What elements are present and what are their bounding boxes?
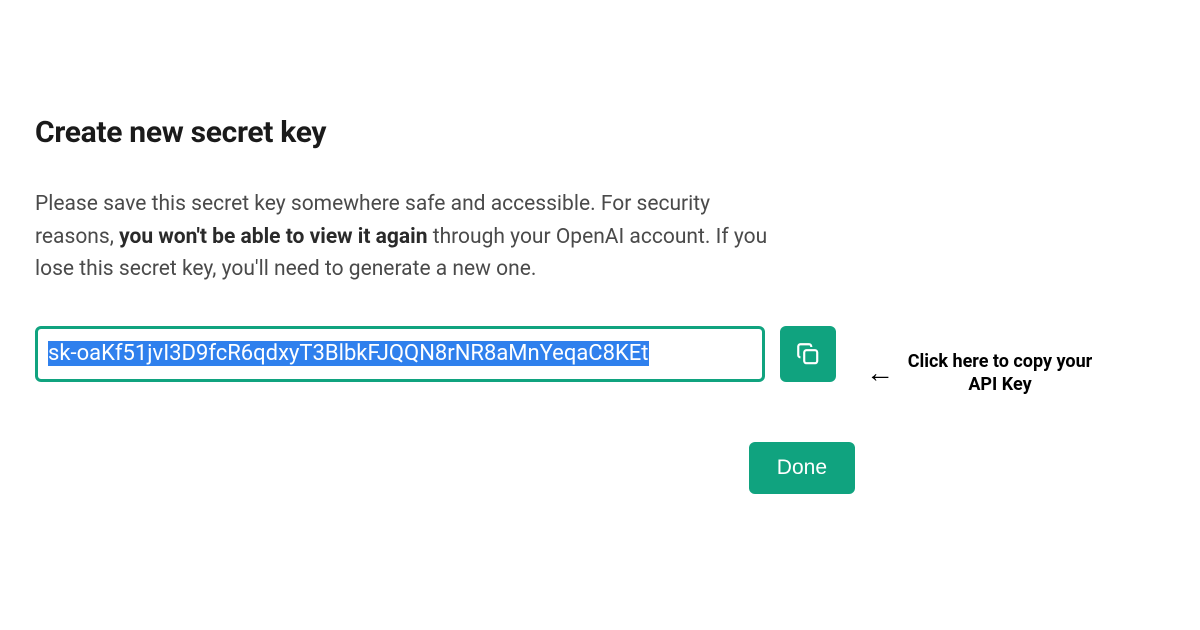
secret-key-input[interactable] [35,326,765,382]
copy-annotation: ← Click here to copy your API Key [866,350,1100,397]
dialog-title: Create new secret key [35,115,850,150]
annotation-text: Click here to copy your API Key [900,350,1100,397]
done-button[interactable]: Done [749,442,855,494]
dialog-description: Please save this secret key somewhere sa… [35,188,775,286]
description-emphasis: you won't be able to view it again [119,225,427,249]
secret-key-row [35,326,850,382]
copy-button[interactable] [780,326,836,382]
copy-icon [795,341,821,367]
create-secret-key-dialog: Create new secret key Please save this s… [35,115,850,494]
dialog-actions: Done [35,442,850,494]
arrow-left-icon: ← [866,359,892,387]
